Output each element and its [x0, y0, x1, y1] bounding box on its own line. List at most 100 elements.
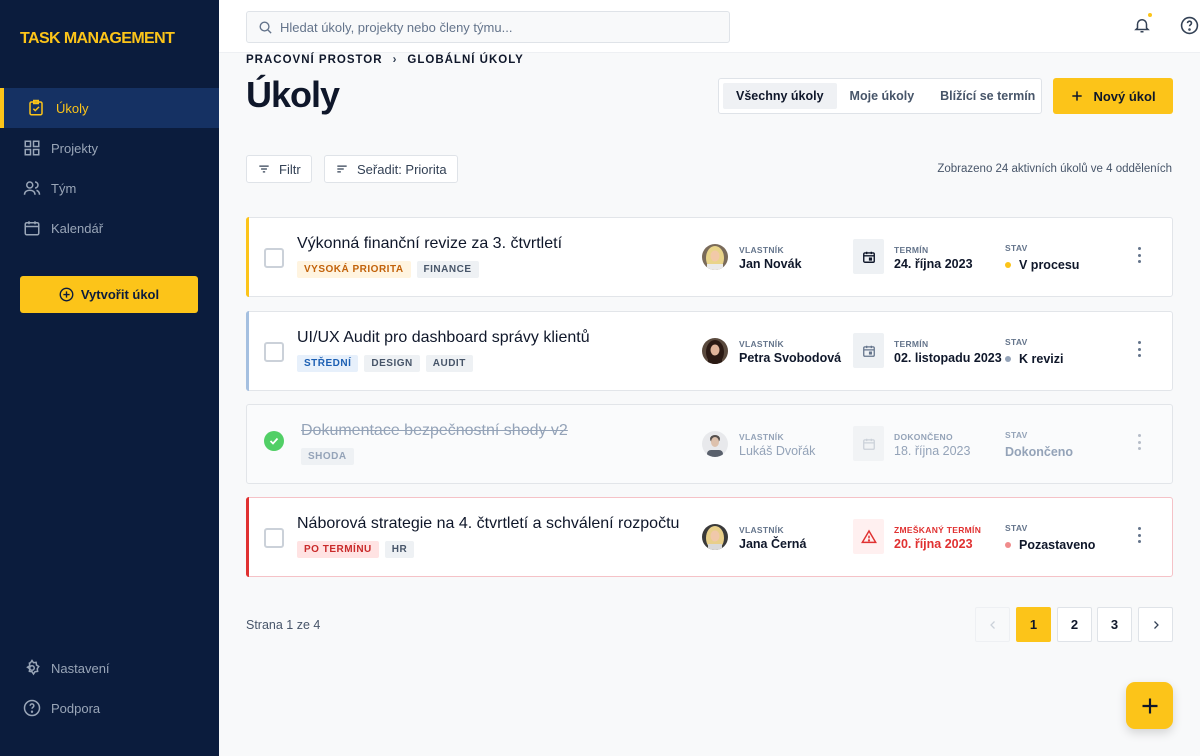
task-checkbox[interactable]	[264, 528, 284, 548]
gear-icon	[22, 658, 42, 678]
sidebar-item-label: Nastavení	[51, 660, 110, 676]
task-summary: Zobrazeno 24 aktivních úkolů ve 4 odděle…	[937, 163, 1172, 175]
status-dot	[1005, 355, 1011, 362]
status-label: STAV	[1005, 523, 1028, 533]
tab-all-tasks[interactable]: Všechny úkoly	[723, 83, 837, 109]
status-label: STAV	[1005, 243, 1028, 253]
avatar	[702, 244, 728, 270]
task-card[interactable]: Náborová strategie na 4. čtvrtletí a sch…	[246, 497, 1173, 577]
tab-upcoming[interactable]: Blížící se termín	[927, 83, 1048, 109]
status-dot	[1005, 261, 1011, 268]
page-info: Strana 1 ze 4	[246, 618, 321, 632]
app-logo: TASK MANAGEMENT	[20, 30, 175, 47]
owner-label: VLASTNÍK	[739, 245, 784, 255]
more-options-icon[interactable]	[1137, 434, 1141, 450]
date-icon-box	[853, 519, 884, 554]
more-options-icon[interactable]	[1137, 247, 1141, 263]
notifications-button[interactable]	[1131, 13, 1153, 36]
next-page-button[interactable]	[1138, 607, 1173, 642]
status-text: V procesu	[1019, 258, 1080, 272]
create-task-label: Vytvořit úkol	[80, 287, 160, 302]
sidebar-item-settings[interactable]: Nastavení	[0, 648, 219, 688]
search-box[interactable]	[246, 11, 730, 43]
bell-icon	[1134, 19, 1150, 33]
date-icon-box	[853, 333, 884, 368]
new-task-button[interactable]: Nový úkol	[1053, 78, 1173, 114]
task-title[interactable]: Náborová strategie na 4. čtvrtletí a sch…	[297, 515, 679, 533]
task-card[interactable]: Výkonná finanční revize za 3. čtvrtletí …	[246, 217, 1173, 297]
more-options-icon[interactable]	[1137, 341, 1141, 357]
task-card[interactable]: Dokumentace bezpečnostní shody v2 SHODA …	[246, 404, 1173, 484]
priority-accent	[246, 217, 249, 297]
task-card[interactable]: UI/UX Audit pro dashboard správy klientů…	[246, 311, 1173, 391]
chevron-right-icon	[1153, 620, 1159, 629]
sort-button[interactable]: Seřadit: Priorita	[324, 155, 458, 183]
task-title[interactable]: UI/UX Audit pro dashboard správy klientů	[297, 329, 590, 347]
date-label: DOKONČENO	[894, 432, 953, 442]
plus-icon	[1142, 698, 1157, 713]
page-button[interactable]: 1	[1016, 607, 1051, 642]
completed-check-icon[interactable]	[264, 431, 284, 451]
tag: AUDIT	[425, 355, 473, 372]
new-task-label: Nový úkol	[1093, 88, 1156, 104]
page-button[interactable]: 2	[1057, 607, 1092, 642]
task-checkbox[interactable]	[264, 248, 284, 268]
sidebar-item-team[interactable]: Tým	[0, 168, 219, 208]
calendar-icon	[862, 438, 875, 450]
sort-icon	[337, 165, 347, 173]
owner-name: Lukáš Dvořák	[739, 444, 816, 458]
more-options-icon[interactable]	[1137, 527, 1141, 543]
clipboard-check-icon	[26, 98, 46, 118]
breadcrumb-item[interactable]: PRACOVNÍ PROSTOR	[246, 54, 383, 66]
date-icon-box	[853, 239, 884, 274]
help-button[interactable]	[1178, 14, 1200, 36]
sidebar: TASK MANAGEMENT Úkoly Projekty Tým Kalen…	[0, 0, 219, 756]
sidebar-item-calendar[interactable]: Kalendář	[0, 208, 219, 248]
prev-page-button[interactable]	[975, 607, 1010, 642]
sort-label: Seřadit: Priorita	[357, 161, 447, 177]
completed-date: 18. října 2023	[894, 444, 971, 458]
status-text: K revizi	[1019, 352, 1064, 366]
sidebar-item-support[interactable]: Podpora	[0, 688, 219, 728]
filter-label: Filtr	[279, 161, 301, 177]
view-tabs: Všechny úkoly Moje úkoly Blížící se term…	[718, 78, 1042, 114]
task-tags: SHODA	[301, 448, 354, 465]
date-label: ZMEŠKANÝ TERMÍN	[894, 525, 982, 535]
tab-my-tasks[interactable]: Moje úkoly	[837, 83, 928, 109]
breadcrumb-separator: ›	[392, 54, 398, 66]
avatar	[702, 431, 728, 457]
task-tags: VYSOKÁ PRIORITA FINANCE	[297, 261, 479, 278]
priority-accent	[246, 311, 249, 391]
tag: FINANCE	[416, 261, 479, 278]
tag: HR	[384, 541, 415, 558]
status-text: Pozastaveno	[1019, 538, 1096, 552]
due-date: 20. října 2023	[894, 537, 973, 551]
task-checkbox[interactable]	[264, 342, 284, 362]
owner-label: VLASTNÍK	[739, 432, 784, 442]
task-title[interactable]: Dokumentace bezpečnostní shody v2	[301, 422, 568, 440]
due-date: 24. října 2023	[894, 257, 973, 271]
filter-button[interactable]: Filtr	[246, 155, 312, 183]
search-input[interactable]	[280, 19, 700, 35]
status-dot	[1005, 541, 1011, 548]
floating-add-button[interactable]	[1126, 682, 1173, 729]
task-title[interactable]: Výkonná finanční revize za 3. čtvrtletí	[297, 235, 562, 253]
breadcrumb-item[interactable]: GLOBÁLNÍ ÚKOLY	[407, 54, 523, 66]
owner-label: VLASTNÍK	[739, 339, 784, 349]
warning-icon	[860, 529, 877, 543]
sidebar-item-tasks[interactable]: Úkoly	[0, 88, 219, 128]
sidebar-item-label: Projekty	[51, 140, 98, 156]
calendar-icon	[22, 218, 42, 238]
search-icon	[259, 21, 272, 34]
filter-icon	[259, 165, 269, 173]
avatar	[702, 524, 728, 550]
create-task-button[interactable]: Vytvořit úkol	[20, 276, 198, 313]
tag-overdue: PO TERMÍNU	[297, 541, 379, 558]
tag-priority: VYSOKÁ PRIORITA	[297, 261, 411, 278]
date-label: TERMÍN	[894, 245, 929, 255]
sidebar-item-projects[interactable]: Projekty	[0, 128, 219, 168]
status-badge: V procesu	[1005, 258, 1079, 272]
notification-dot	[1148, 13, 1152, 17]
page-button[interactable]: 3	[1097, 607, 1132, 642]
sidebar-item-label: Kalendář	[51, 220, 104, 236]
